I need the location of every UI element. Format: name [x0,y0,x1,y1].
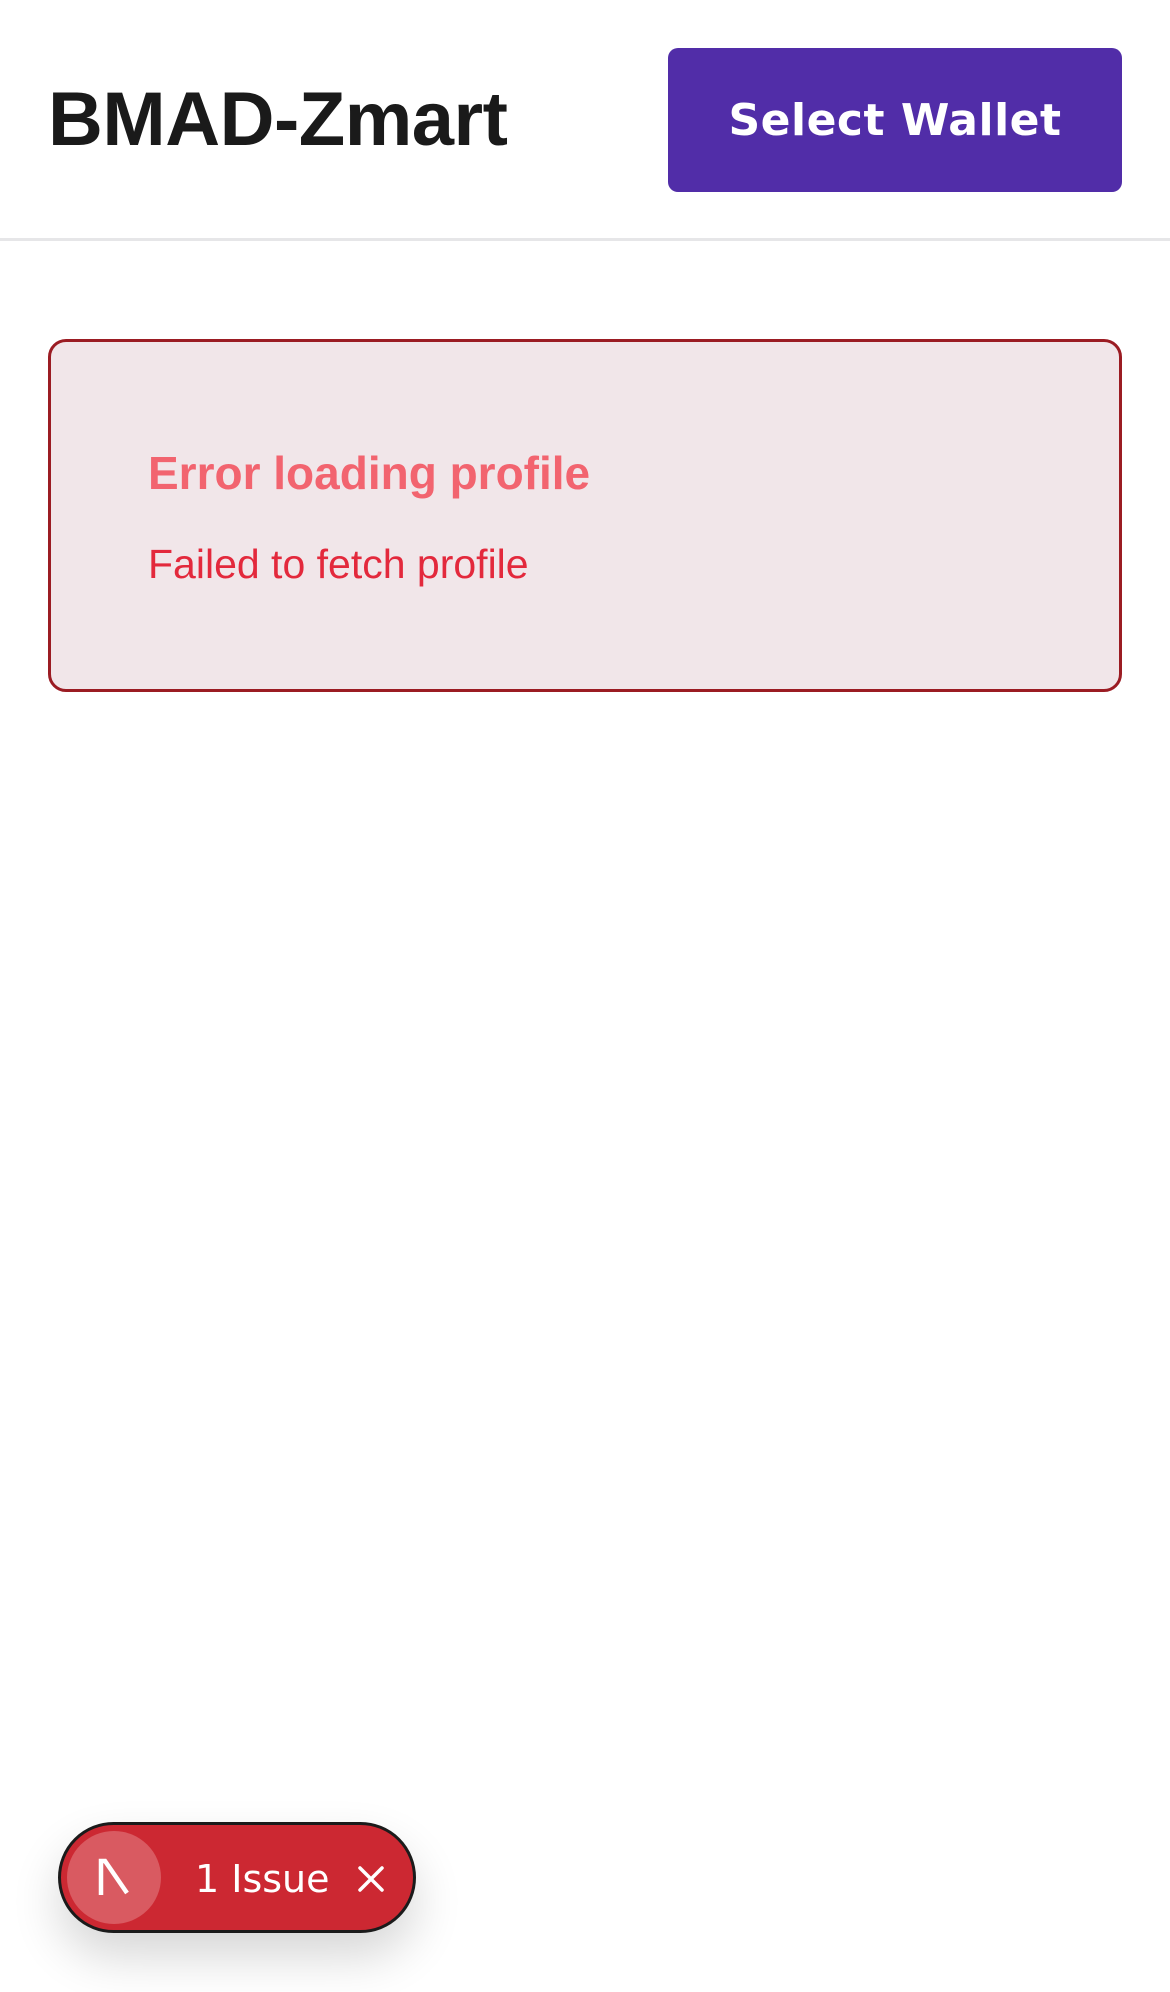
nextjs-logo-icon[interactable] [67,1831,161,1924]
error-title: Error loading profile [148,447,591,499]
error-alert: Error loading profile Failed to fetch pr… [48,339,1122,692]
issue-count-label[interactable]: 1 Issue [195,1851,330,1907]
app-header: BMAD-Zmart Select Wallet [0,0,1170,241]
app-title: BMAD-Zmart [48,77,508,162]
select-wallet-button[interactable]: Select Wallet [668,48,1122,192]
dev-issues-indicator[interactable]: 1 Issue [58,1822,416,1933]
error-message: Failed to fetch profile [148,541,529,587]
close-icon[interactable] [343,1851,399,1907]
